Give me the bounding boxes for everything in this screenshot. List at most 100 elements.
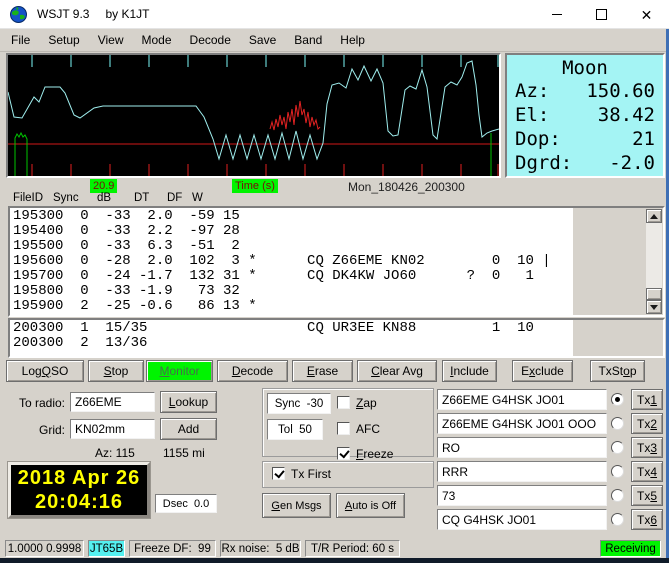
- menu-item-save[interactable]: Save: [240, 30, 285, 50]
- minimize-button[interactable]: [534, 0, 579, 29]
- tx6-radio[interactable]: [611, 513, 624, 526]
- decode-line: 195400 0 -33 2.2 -97 28: [13, 223, 240, 239]
- decode-line: 195700 0 -24 -1.7 132 31 * CQ DK4KW JO60…: [13, 268, 534, 284]
- menu-item-setup[interactable]: Setup: [39, 30, 88, 50]
- tx-message-3-input[interactable]: RO: [437, 437, 607, 458]
- decode-line: 195800 0 -33 -1.9 73 32: [13, 283, 240, 299]
- scrollbar-thumb[interactable]: [646, 288, 662, 300]
- titlebar: WSJT 9.3 by K1JT ✕: [0, 0, 669, 29]
- to-radio-label: To radio:: [18, 396, 65, 410]
- tx1-radio[interactable]: [611, 393, 624, 406]
- decode-scrollbar[interactable]: [646, 209, 662, 314]
- azimuth-value: Az: 115: [95, 446, 135, 460]
- sync-field[interactable]: Sync -30: [267, 393, 331, 414]
- minimize-icon: [551, 14, 562, 15]
- freeze-label[interactable]: Freeze: [356, 447, 393, 461]
- close-button[interactable]: ✕: [624, 0, 669, 29]
- decode-header: FileID Sync dB DT DF W: [0, 192, 669, 205]
- decode-main-box[interactable]: 195300 0 -33 2.0 -59 15 195400 0 -33 2.2…: [8, 206, 665, 317]
- tx3-radio[interactable]: [611, 441, 624, 454]
- tx-message-1-input[interactable]: Z66EME G4HSK JO01: [437, 389, 607, 410]
- tx-message-4-input[interactable]: RRR: [437, 461, 607, 482]
- close-icon: ✕: [640, 6, 653, 23]
- utc-clock: 2018 Apr 26 20:04:16: [7, 461, 151, 519]
- scroll-down-button[interactable]: [646, 300, 662, 314]
- moon-dgrd-label: Dgrd:: [515, 152, 573, 174]
- status-levels: 1.0000 0.9998: [5, 540, 84, 557]
- tx2-button[interactable]: Tx 2: [631, 413, 663, 434]
- add-button[interactable]: Add: [160, 418, 217, 440]
- dsec-field[interactable]: Dsec 0.0: [155, 494, 217, 513]
- moon-az-label: Az:: [515, 80, 550, 102]
- menubar: File Setup View Mode Decode Save Band He…: [0, 29, 669, 52]
- decode-line: 195500 0 -33 6.3 -51 2: [13, 238, 240, 254]
- col-fileid: FileID: [13, 192, 44, 204]
- tx-message-6-input[interactable]: CQ G4HSK JO01: [437, 509, 607, 530]
- afc-checkbox[interactable]: [337, 422, 350, 435]
- stop-button[interactable]: Stop: [88, 360, 144, 382]
- decode-avg-box[interactable]: 200300 1 15/35 CQ UR3EE KN88 1 10 200300…: [8, 318, 665, 358]
- moon-degradation-row: Dgrd: -2.0: [515, 151, 655, 175]
- exclude-button[interactable]: Ex clude: [512, 360, 573, 382]
- menu-item-file[interactable]: File: [2, 30, 39, 50]
- tx2-radio[interactable]: [611, 417, 624, 430]
- freq-label: 20.9: [90, 179, 118, 193]
- clock-date: 2018 Apr 26: [17, 467, 141, 489]
- scroll-up-button[interactable]: [646, 209, 662, 223]
- tx-message-2-input[interactable]: Z66EME G4HSK JO01 OOO: [437, 413, 607, 434]
- lookup-button[interactable]: Lookup: [160, 391, 217, 413]
- grid-input[interactable]: KN02mm: [70, 419, 155, 439]
- window-bottom-edge: [0, 558, 669, 563]
- moon-elevation-row: El: 38.42: [515, 103, 655, 127]
- tx1-button[interactable]: Tx 1: [631, 389, 663, 410]
- auto-button[interactable]: Auto is Off: [336, 493, 405, 518]
- decode-main-text[interactable]: 195300 0 -33 2.0 -59 15 195400 0 -33 2.2…: [10, 208, 573, 315]
- tx5-radio[interactable]: [611, 489, 624, 502]
- freeze-checkbox[interactable]: [337, 447, 350, 460]
- col-w: W: [192, 192, 203, 204]
- log-qso-button[interactable]: Log Q SO: [6, 360, 84, 382]
- menu-item-band[interactable]: Band: [285, 30, 331, 50]
- txstop-button[interactable]: TxSt o p: [590, 360, 645, 382]
- spectrum-display[interactable]: [6, 53, 501, 178]
- moon-title: Moon: [562, 57, 608, 79]
- tx-message-5-input[interactable]: 73: [437, 485, 607, 506]
- zap-checkbox[interactable]: [337, 396, 350, 409]
- tx-first-label[interactable]: Tx First: [291, 467, 331, 481]
- decode-line: 195600 0 -28 2.0 102 3 * CQ Z66EME KN02 …: [13, 253, 551, 269]
- moon-dop-label: Dop:: [515, 128, 561, 150]
- wsjt-window: WSJT 9.3 by K1JT ✕ File Setup View Mode …: [0, 0, 669, 563]
- zap-label[interactable]: Zap: [356, 396, 377, 410]
- erase-button[interactable]: Erase: [292, 360, 353, 382]
- to-radio-input[interactable]: Z66EME: [70, 392, 155, 412]
- tx4-button[interactable]: Tx 4: [631, 461, 663, 482]
- gen-msgs-button[interactable]: Gen Msgs: [262, 493, 331, 518]
- status-tr-period: T/R Period: 60 s: [305, 540, 400, 557]
- decode-avg-text[interactable]: 200300 1 15/35 CQ UR3EE KN88 1 10 200300…: [10, 320, 573, 356]
- col-df: DF: [167, 192, 183, 204]
- menu-item-help[interactable]: Help: [331, 30, 374, 50]
- tx4-radio[interactable]: [611, 465, 624, 478]
- tx5-button[interactable]: Tx 5: [631, 485, 663, 506]
- decode-button[interactable]: Decode: [217, 360, 288, 382]
- menu-item-mode[interactable]: Mode: [133, 30, 181, 50]
- monitor-button[interactable]: Monitor: [146, 360, 213, 382]
- window-controls: ✕: [534, 0, 669, 29]
- tx6-button[interactable]: Tx 6: [631, 509, 663, 530]
- col-db: dB: [97, 192, 112, 204]
- moon-el-value: 38.42: [597, 104, 655, 126]
- maximize-button[interactable]: [579, 0, 624, 29]
- decode-line: 195300 0 -33 2.0 -59 15: [13, 208, 240, 224]
- tx3-button[interactable]: Tx 3: [631, 437, 663, 458]
- afc-label[interactable]: AFC: [356, 422, 380, 436]
- check-icon: [339, 447, 350, 459]
- moon-doppler-row: Dop: 21: [515, 127, 655, 151]
- include-button[interactable]: Include: [442, 360, 497, 382]
- menu-item-decode[interactable]: Decode: [181, 30, 240, 50]
- menu-item-view[interactable]: View: [89, 30, 133, 50]
- tx-first-checkbox[interactable]: [272, 467, 285, 480]
- tol-field[interactable]: Tol 50: [267, 419, 323, 440]
- scrollbar-track[interactable]: [646, 223, 662, 300]
- clear-avg-button[interactable]: Clear Avg: [357, 360, 437, 382]
- statusbar: 1.0000 0.9998 JT65B Freeze DF: 99 Rx noi…: [0, 539, 669, 558]
